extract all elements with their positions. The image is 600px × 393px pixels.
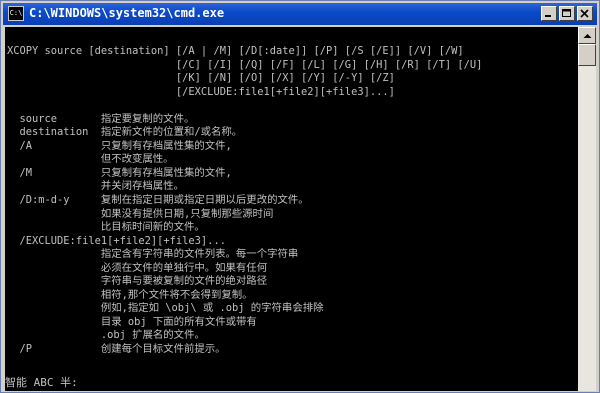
scroll-up-button[interactable] xyxy=(578,27,596,44)
scroll-thumb[interactable] xyxy=(578,44,596,66)
title-bar[interactable]: C:\ C:\WINDOWS\system32\cmd.exe xyxy=(3,3,597,25)
close-button[interactable] xyxy=(577,6,593,21)
window-title: C:\WINDOWS\system32\cmd.exe xyxy=(29,6,225,20)
cmd-window: C:\ C:\WINDOWS\system32\cmd.exe XCOPY so… xyxy=(0,0,600,393)
cmd-app-icon[interactable]: C:\ xyxy=(8,6,24,21)
close-icon xyxy=(580,9,589,18)
vertical-scrollbar[interactable] xyxy=(578,27,596,391)
maximize-icon xyxy=(562,9,571,17)
console-output[interactable]: XCOPY source [destination] [/A | /M] [/D… xyxy=(5,27,578,391)
minimize-icon xyxy=(545,15,551,17)
arrow-up-icon xyxy=(583,34,592,38)
maximize-button[interactable] xyxy=(559,6,575,21)
minimize-button[interactable] xyxy=(541,6,557,21)
ime-status-bar: 智能 ABC 半: xyxy=(5,376,78,389)
console-text: XCOPY source [destination] [/A | /M] [/D… xyxy=(7,45,483,356)
